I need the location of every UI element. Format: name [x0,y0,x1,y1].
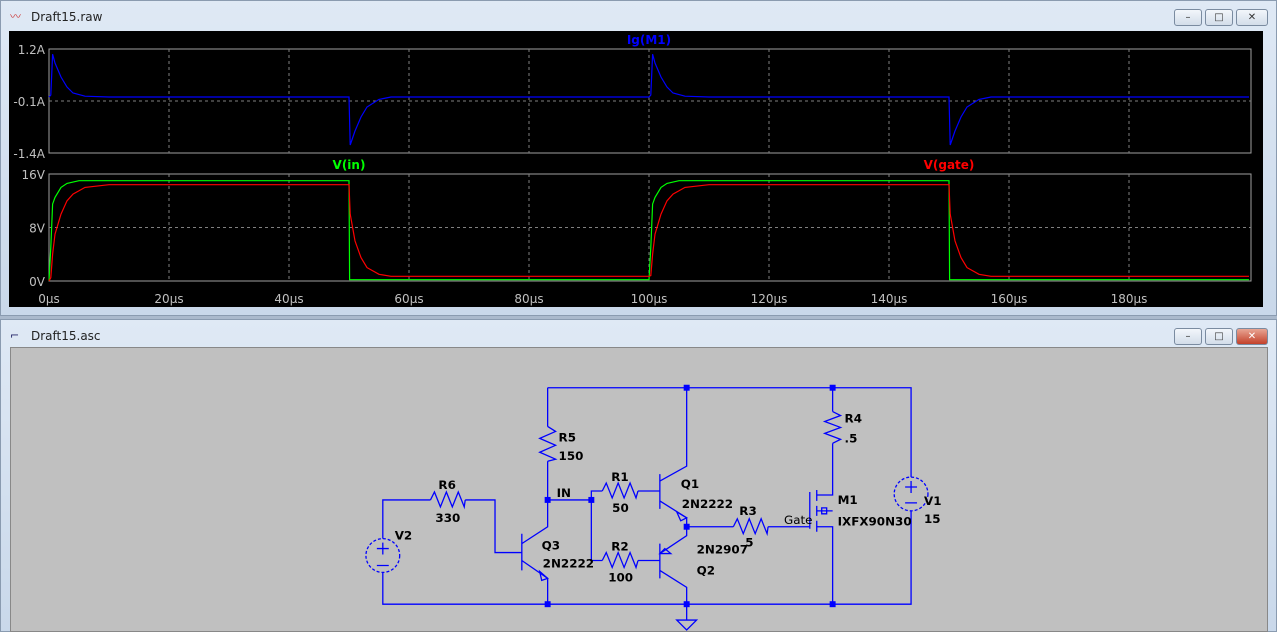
y-tick-label: 1.2A [18,43,46,57]
y-tick-label: 16V [22,168,46,182]
wire[interactable] [547,387,660,562]
restore-button[interactable]: □ [1205,9,1233,26]
r4-value: .5 [845,431,858,445]
r1-value: 50 [612,501,629,515]
r2-value: 100 [608,570,633,584]
schematic-window: ⌐ Draft15.asc – □ ✕ R5 150 IN R1 50 R2 1… [0,319,1277,632]
x-tick-label: 80µs [514,292,543,306]
y-tick-label: -1.4A [13,147,45,161]
waveform-icon: 〰 [10,10,21,23]
x-tick-label: 140µs [871,292,908,306]
m1-label: M1 [838,493,858,507]
v1-value: 15 [924,512,941,526]
plot-window-title: Draft15.raw [31,10,103,24]
q2-label: Q2 [697,563,715,577]
wire[interactable] [521,387,834,621]
r6-value: 330 [435,511,460,525]
r3-label: R3 [739,504,756,518]
schematic-title-bar[interactable]: ⌐ Draft15.asc – □ ✕ [1,320,1276,350]
r5-label: R5 [559,430,576,444]
restore-button[interactable]: □ [1205,328,1233,345]
resistor-r3[interactable] [732,517,769,537]
y-tick-label: 8V [29,222,46,236]
trace-label: V(in) [333,158,366,172]
m1-model: IXFX90N30 [838,515,912,529]
r4-label: R4 [845,411,862,425]
r5-value: 150 [559,449,584,463]
minimize-button[interactable]: – [1174,328,1202,345]
plot-title-bar[interactable]: 〰 Draft15.raw – □ ✕ [1,1,1276,31]
schematic-icon: ⌐ [10,329,20,342]
resistor-r4[interactable] [822,410,843,444]
x-tick-label: 180µs [1111,292,1148,306]
q1-label: Q1 [681,477,699,491]
x-tick-label: 40µs [274,292,303,306]
trace-label: Ig(M1) [627,33,671,47]
q1-model: 2N2222 [682,497,733,511]
close-button[interactable]: ✕ [1236,328,1268,345]
resistor-r2[interactable] [601,550,639,570]
waveform-plot[interactable]: 1.2A -0.1A -1.4A Ig(M1) 16V 8V 0V V(in) V(gate) 0… [9,31,1263,307]
x-tick-label: 20µs [154,292,183,306]
v2-label: V2 [395,529,413,543]
wire[interactable] [382,387,912,605]
resistor-r1[interactable] [601,481,639,500]
plot-window: 〰 Draft15.raw – □ ✕ 1.2A -0.1A -1.4A Ig(M1)… [0,0,1277,316]
r3-value: 5 [745,536,753,550]
trace-label: V(gate) [924,158,975,172]
net-label-gate: Gate [784,513,813,527]
x-tick-label: 120µs [751,292,788,306]
net-label-in: IN [557,486,571,500]
x-tick-label: 100µs [631,292,668,306]
resistor-r5[interactable] [538,425,558,462]
minimize-button[interactable]: – [1174,9,1202,26]
r1-label: R1 [611,470,628,484]
r2-label: R2 [611,540,628,554]
q3-label: Q3 [542,539,560,553]
ground-symbol [675,619,699,631]
schematic-canvas[interactable]: R5 150 IN R1 50 R2 100 Q1 2N2222 2N2907 … [10,347,1268,632]
v1-label: V1 [924,494,942,508]
schematic-window-title: Draft15.asc [31,329,101,343]
q3-model: 2N2222 [543,556,594,570]
y-tick-label: -0.1A [13,95,45,109]
x-tick-label: 60µs [394,292,423,306]
resistor-r6[interactable] [429,490,466,510]
q2-model: 2N2907 [697,543,748,557]
r6-label: R6 [438,478,455,492]
close-button[interactable]: ✕ [1236,9,1268,26]
y-tick-label: 0V [29,275,46,289]
x-tick-label: 0µs [38,292,60,306]
x-tick-label: 160µs [991,292,1028,306]
